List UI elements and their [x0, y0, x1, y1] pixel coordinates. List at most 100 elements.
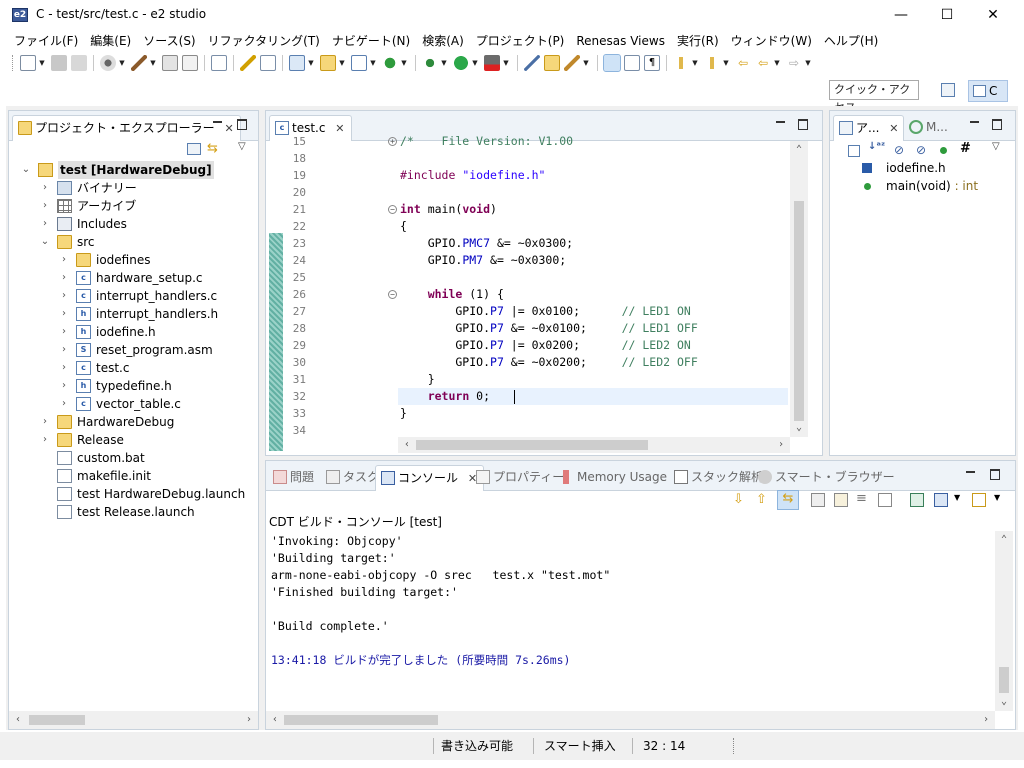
menu-source[interactable]: ソース(S)	[137, 30, 201, 52]
new-class-dropdown-icon[interactable]: ▼	[400, 55, 408, 71]
task-icon[interactable]	[260, 55, 276, 71]
back-dropdown-icon[interactable]: ▼	[773, 55, 781, 71]
debug-dropdown-icon[interactable]: ▼	[440, 55, 448, 71]
expand-fold-icon[interactable]: +	[388, 137, 397, 146]
menu-search[interactable]: 検索(A)	[416, 30, 470, 52]
build-config-icon[interactable]	[100, 55, 116, 71]
editor-vertical-scrollbar[interactable]: ⌃ ⌄	[790, 141, 808, 437]
pin-console-icon[interactable]	[910, 493, 924, 507]
minimize-editor-icon[interactable]	[774, 117, 788, 131]
debug-icon[interactable]	[422, 55, 438, 71]
hide-fields-icon[interactable]: ⊘	[894, 143, 904, 157]
console-hscroll-thumb[interactable]	[284, 715, 438, 725]
new-icon[interactable]	[20, 55, 36, 71]
maximize-view-icon[interactable]	[235, 117, 249, 131]
collapsed-chevron-icon[interactable]: ›	[59, 287, 69, 305]
collapsed-chevron-icon[interactable]: ›	[40, 431, 50, 449]
menu-help[interactable]: ヘルプ(H)	[818, 30, 884, 52]
display-console-icon[interactable]	[934, 493, 948, 507]
hide-macros-icon[interactable]: #	[960, 141, 971, 156]
console-horizontal-scrollbar[interactable]: ‹ ›	[266, 711, 995, 729]
tab-make-target[interactable]: M...	[904, 115, 950, 141]
block-selection-icon[interactable]	[624, 55, 640, 71]
tab-problems[interactable]: 問題	[268, 465, 320, 491]
new-c-project-icon[interactable]	[289, 55, 305, 71]
scroll-right-icon[interactable]: ›	[979, 713, 993, 727]
view-menu-chevron-icon[interactable]: ▽	[992, 141, 1000, 152]
tab-project-explorer[interactable]: プロジェクト・エクスプローラー ✕	[12, 115, 241, 141]
console-vertical-scrollbar[interactable]: ⌃ ⌄	[995, 531, 1013, 711]
new-c-project-dropdown-icon[interactable]: ▼	[307, 55, 315, 71]
collapse-all-icon[interactable]	[187, 143, 201, 155]
console-vscroll-thumb[interactable]	[999, 667, 1009, 693]
minimize-view-icon[interactable]	[968, 117, 982, 131]
menu-renesas-views[interactable]: Renesas Views	[570, 30, 671, 52]
close-button[interactable]: ✕	[970, 0, 1016, 30]
close-icon[interactable]: ✕	[224, 122, 233, 135]
scroll-up-icon[interactable]: ⌃	[997, 533, 1011, 547]
c-perspective-button[interactable]: C	[968, 80, 1008, 102]
tab-outline[interactable]: ア... ✕	[833, 115, 904, 141]
word-wrap-icon[interactable]: ≡	[856, 491, 867, 506]
brush-icon[interactable]	[564, 55, 580, 71]
scroll-down-icon[interactable]: ⌄	[792, 421, 806, 435]
scroll-right-icon[interactable]: ›	[774, 438, 788, 452]
scroll-left-icon[interactable]: ‹	[268, 713, 282, 727]
collapse-all-icon[interactable]	[848, 145, 860, 157]
menu-edit[interactable]: 編集(E)	[84, 30, 137, 52]
editor-vscroll-thumb[interactable]	[794, 201, 804, 421]
open-element-icon[interactable]	[211, 55, 227, 71]
external-tools-icon[interactable]	[484, 55, 500, 71]
new-source-icon[interactable]	[351, 55, 367, 71]
expanded-chevron-icon[interactable]: ⌄	[40, 233, 50, 251]
new-class-icon[interactable]	[382, 55, 398, 71]
scroll-right-icon[interactable]: ›	[242, 713, 256, 727]
build-config-dropdown-icon[interactable]: ▼	[118, 55, 126, 71]
build-all-icon[interactable]	[162, 55, 178, 71]
run-icon[interactable]	[453, 55, 469, 71]
maximize-view-icon[interactable]	[990, 117, 1004, 131]
previous-annotation-dropdown-icon[interactable]: ▼	[722, 55, 730, 71]
scroll-down-icon[interactable]: ⌄	[997, 695, 1011, 709]
menu-file[interactable]: ファイル(F)	[8, 30, 84, 52]
tab-console[interactable]: コンソール ✕	[375, 465, 485, 491]
collapsed-chevron-icon[interactable]: ›	[40, 413, 50, 431]
explorer-scroll-thumb[interactable]	[29, 715, 85, 725]
show-whitespace-icon[interactable]: ¶	[644, 55, 660, 71]
maximize-editor-icon[interactable]	[796, 117, 810, 131]
new-folder-icon[interactable]	[320, 55, 336, 71]
console-output[interactable]: 'Invoking: Objcopy' 'Building target:' arm…	[266, 531, 1015, 729]
pencil-icon[interactable]	[240, 55, 256, 71]
collapsed-chevron-icon[interactable]: ›	[40, 179, 50, 197]
save-icon[interactable]	[51, 55, 67, 71]
new-folder-dropdown-icon[interactable]: ▼	[338, 55, 346, 71]
menu-refactor[interactable]: リファクタリング(T)	[202, 30, 326, 52]
next-annotation-icon[interactable]	[673, 55, 689, 71]
build-hammer-icon[interactable]	[131, 55, 147, 71]
collapsed-chevron-icon[interactable]: ›	[59, 341, 69, 359]
scroll-lock-icon[interactable]: ⇆	[777, 490, 799, 510]
display-console-dropdown-icon[interactable]: ▼	[954, 493, 960, 502]
scroll-left-icon[interactable]: ‹	[400, 438, 414, 452]
maximize-button[interactable]: ☐	[924, 0, 970, 30]
back-arrow-icon[interactable]: ⇦	[755, 55, 771, 71]
run-dropdown-icon[interactable]: ▼	[471, 55, 479, 71]
remove-launch-icon[interactable]	[878, 493, 892, 507]
explorer-horizontal-scrollbar[interactable]: ‹ ›	[9, 711, 258, 729]
collapsed-chevron-icon[interactable]: ›	[59, 323, 69, 341]
save-all-icon[interactable]	[71, 55, 87, 71]
new-source-dropdown-icon[interactable]: ▼	[369, 55, 377, 71]
console-lock-icon[interactable]	[834, 493, 848, 507]
scroll-up-icon[interactable]: ⌃	[792, 143, 806, 157]
collapsed-chevron-icon[interactable]: ›	[40, 197, 50, 215]
collapsed-chevron-icon[interactable]: ›	[40, 215, 50, 233]
menu-navigate[interactable]: ナビゲート(N)	[326, 30, 416, 52]
editor-hscroll-thumb[interactable]	[416, 440, 648, 450]
scroll-down-arrow-icon[interactable]: ⇩	[733, 492, 744, 507]
build-dropdown-icon[interactable]: ▼	[149, 55, 157, 71]
forward-arrow-icon[interactable]: ⇨	[786, 55, 802, 71]
external-tools-dropdown-icon[interactable]: ▼	[502, 55, 510, 71]
previous-annotation-icon[interactable]	[704, 55, 720, 71]
collapsed-chevron-icon[interactable]: ›	[59, 269, 69, 287]
expanded-chevron-icon[interactable]: ⌄	[21, 161, 31, 179]
